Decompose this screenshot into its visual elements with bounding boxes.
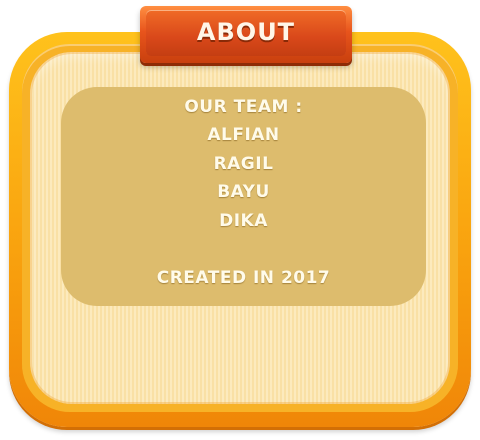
- created-year-text: CREATED IN 2017: [156, 268, 331, 288]
- team-heading: OUR TEAM :: [184, 97, 303, 117]
- about-dialog: OUR TEAM : ALFIAN RAGIL BAYU DIKA CREATE…: [0, 0, 480, 440]
- team-member: DIKA: [219, 211, 268, 231]
- team-member: BAYU: [217, 182, 270, 202]
- team-member: ALFIAN: [207, 125, 280, 145]
- team-member: RAGIL: [213, 154, 274, 174]
- title-banner: ABOUT: [140, 6, 352, 63]
- credits-box: OUR TEAM : ALFIAN RAGIL BAYU DIKA CREATE…: [61, 87, 426, 306]
- dialog-title: ABOUT: [196, 18, 296, 46]
